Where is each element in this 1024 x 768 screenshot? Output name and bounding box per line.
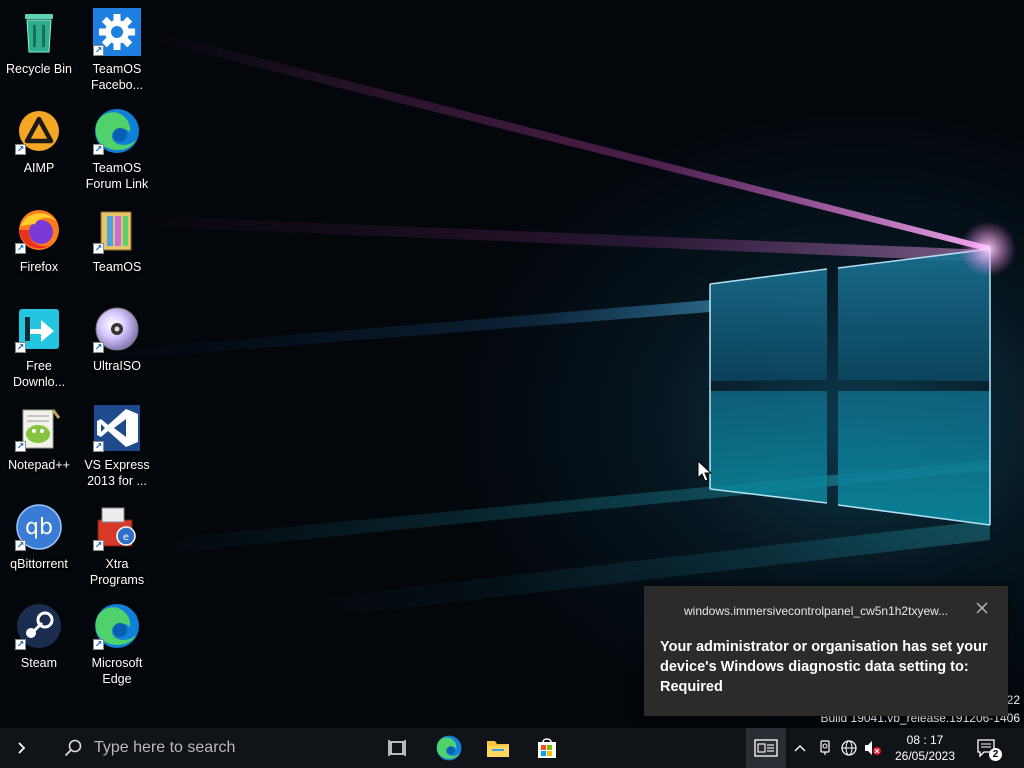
task-view-button[interactable] — [380, 728, 416, 768]
tray-volume-button[interactable] — [862, 728, 884, 768]
folder-icon — [487, 741, 509, 757]
toolbox-icon: e ↗ — [92, 502, 142, 552]
desktop-icon-label: Microsoft Edge — [91, 656, 143, 686]
show-hidden-icons-button[interactable] — [790, 728, 810, 768]
notification-message: Your administrator or organisation has s… — [660, 639, 988, 695]
close-icon — [976, 602, 988, 614]
download-arrow-icon: ↗ — [14, 304, 64, 354]
shortcut-arrow-icon: ↗ — [15, 441, 26, 452]
desktop-icon-label: qBittorrent — [10, 557, 68, 571]
desktop-icon-teamos-forum-link[interactable]: ↗ TeamOS Forum Link — [80, 106, 154, 198]
visual-studio-icon: ↗ — [92, 403, 142, 453]
desktop-icon-label: Recycle Bin — [6, 62, 72, 76]
desktop-icon-notepad-plus-plus[interactable]: ↗ Notepad++ — [2, 403, 76, 495]
search-icon — [64, 739, 82, 757]
start-button[interactable] — [0, 728, 44, 768]
shortcut-arrow-icon: ↗ — [15, 639, 26, 650]
globe-network-icon — [841, 740, 857, 756]
desktop-icon-ultraiso[interactable]: ↗ UltraISO — [80, 304, 154, 396]
store-bag-icon — [538, 738, 556, 758]
desktop-icon-vs-express[interactable]: ↗ VS Express 2013 for ... — [80, 403, 154, 495]
mouse-cursor-icon — [697, 459, 713, 487]
taskbar-file-explorer-button[interactable] — [478, 728, 518, 768]
search-placeholder: Type here to search — [94, 739, 236, 756]
volume-muted-icon — [865, 741, 881, 755]
taskbar-edge-button[interactable] — [430, 728, 468, 768]
shortcut-arrow-icon: ↗ — [93, 639, 104, 650]
qbittorrent-icon: qb ↗ — [14, 502, 64, 552]
edge-icon: ↗ — [92, 601, 142, 651]
desktop-icon-label: UltraISO — [93, 359, 141, 373]
desktop-icon-aimp[interactable]: ↗ AIMP — [2, 106, 76, 198]
shortcut-arrow-icon: ↗ — [93, 45, 104, 56]
tray-device-button[interactable] — [814, 728, 836, 768]
steam-icon: ↗ — [14, 601, 64, 651]
action-center-button[interactable]: 2 — [970, 728, 1004, 768]
desktop-icon-label: Free Downlo... — [12, 359, 66, 389]
tray-network-button[interactable] — [838, 728, 860, 768]
shortcut-arrow-icon: ↗ — [15, 342, 26, 353]
device-icon — [820, 740, 830, 755]
desktop-icon-label: TeamOS Forum Link — [85, 161, 149, 191]
desktop-icon-free-download-manager[interactable]: ↗ Free Downlo... — [2, 304, 76, 396]
desktop-icon-xtra-programs[interactable]: e ↗ Xtra Programs — [80, 502, 154, 594]
notification-toast[interactable]: windows.immersivecontrolpanel_cw5n1h2txy… — [644, 586, 1008, 716]
shortcut-arrow-icon: ↗ — [93, 243, 104, 254]
taskbar-search-box[interactable]: Type here to search — [52, 728, 370, 768]
clock-date: 26/05/2023 — [894, 749, 956, 763]
desktop-icon-label: TeamOS — [92, 260, 142, 274]
desktop-icon-label: TeamOS Facebo... — [90, 62, 144, 92]
desktop-icon-recycle-bin[interactable]: Recycle Bin — [2, 7, 76, 99]
shortcut-arrow-icon: ↗ — [93, 441, 104, 452]
chevron-up-icon — [794, 745, 806, 752]
desktop-icon-label: VS Express 2013 for ... — [84, 458, 150, 488]
notification-count-badge: 2 — [989, 748, 1002, 761]
taskbar: Type here to search 08: 17 26/05/2023 2 — [0, 728, 1024, 768]
aimp-icon: ↗ — [14, 106, 64, 156]
svg-text:qb: qb — [25, 515, 53, 540]
svg-text:e: e — [123, 532, 129, 543]
desktop-icon-label: AIMP — [23, 161, 55, 175]
shortcut-arrow-icon: ↗ — [15, 243, 26, 254]
clock-time: 08 : 17 — [906, 733, 944, 747]
shortcut-arrow-icon: ↗ — [15, 144, 26, 155]
edge-icon: ↗ — [92, 106, 142, 156]
desktop-icon-label: Xtra Programs — [89, 557, 145, 587]
taskbar-clock[interactable]: 08 : 17 26/05/2023 — [886, 728, 964, 768]
desktop-icon-microsoft-edge[interactable]: ↗ Microsoft Edge — [80, 601, 154, 693]
shortcut-arrow-icon: ↗ — [93, 342, 104, 353]
recycle-bin-icon — [14, 7, 64, 57]
notepad-icon: ↗ — [14, 403, 64, 453]
firefox-icon: ↗ — [14, 205, 64, 255]
shortcut-arrow-icon: ↗ — [93, 540, 104, 551]
desktop-icon-firefox[interactable]: ↗ Firefox — [2, 205, 76, 297]
task-view-icon — [388, 740, 406, 756]
teamos-icon: ↗ — [92, 205, 142, 255]
news-widget-button[interactable] — [746, 728, 786, 768]
desktop-icon-label: Steam — [20, 656, 58, 670]
notification-app-name: windows.immersivecontrolpanel_cw5n1h2txy… — [684, 604, 949, 618]
gear-icon: ↗ — [92, 7, 142, 57]
desktop-icon-qbittorrent[interactable]: qb ↗ qBittorrent — [2, 502, 76, 594]
desktop-icon-teamos-facebook[interactable]: ↗ TeamOS Facebo... — [80, 7, 154, 99]
desktop-icon-label: Notepad++ — [8, 458, 70, 472]
desktop-icon-label: Firefox — [19, 260, 59, 274]
shortcut-arrow-icon: ↗ — [15, 540, 26, 551]
notification-close-button[interactable] — [974, 600, 990, 616]
news-icon — [754, 739, 778, 757]
taskbar-store-button[interactable] — [528, 728, 566, 768]
edge-icon — [436, 735, 462, 761]
desktop-icon-steam[interactable]: ↗ Steam — [2, 601, 76, 693]
shortcut-arrow-icon: ↗ — [93, 144, 104, 155]
disc-icon: ↗ — [92, 304, 142, 354]
chevron-right-icon — [18, 742, 26, 754]
desktop-icon-teamos[interactable]: ↗ TeamOS — [80, 205, 154, 297]
